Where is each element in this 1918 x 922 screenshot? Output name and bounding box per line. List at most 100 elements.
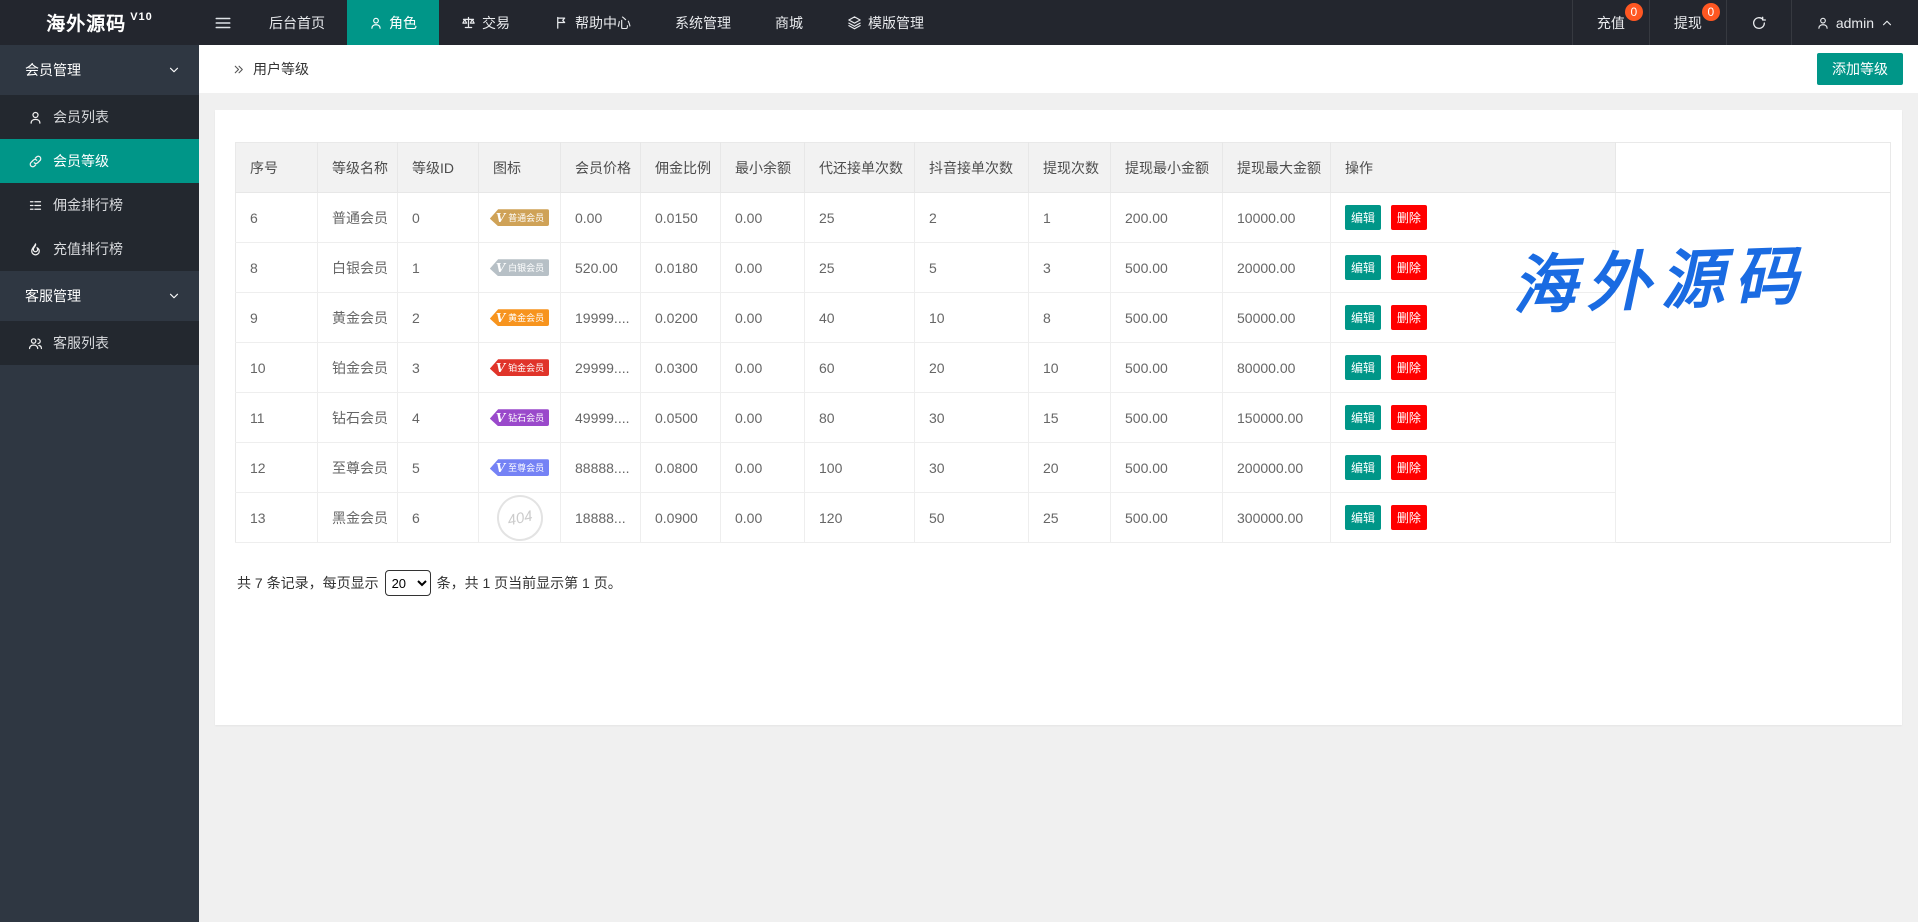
cell-douyin_orders: 5 (915, 243, 1029, 293)
admin-user-menu[interactable]: admin (1791, 0, 1918, 45)
table-row: 12至尊会员5V至尊会员88888....0.08000.00100302050… (236, 443, 1891, 493)
table-row: 13黑金会员640418888...0.09000.001205025500.0… (236, 493, 1891, 543)
edit-button[interactable]: 编辑 (1345, 405, 1381, 430)
delete-button[interactable]: 删除 (1391, 205, 1427, 230)
cell-min_balance: 0.00 (721, 443, 805, 493)
cell-douyin_orders: 30 (915, 443, 1029, 493)
column-header-14 (1616, 143, 1891, 193)
cell-commission: 0.0900 (641, 493, 721, 543)
recharge-menu-item[interactable]: 充值 0 (1572, 0, 1649, 45)
flag-icon (554, 15, 569, 30)
recharge-label: 充值 (1597, 13, 1625, 33)
cell-douyin_orders: 30 (915, 393, 1029, 443)
sidebar-item-客服列表[interactable]: 客服列表 (0, 321, 199, 365)
cell-actions: 编辑 删除 (1331, 393, 1616, 443)
sidebar-item-佣金排行榜[interactable]: 佣金排行榜 (0, 183, 199, 227)
nav-item-5[interactable]: 系统管理 (653, 0, 753, 45)
cell-min_balance: 0.00 (721, 293, 805, 343)
cell-douyin_orders: 2 (915, 193, 1029, 243)
cell-id: 6 (236, 193, 318, 243)
delete-button[interactable]: 删除 (1391, 255, 1427, 280)
cell-name: 铂金会员 (318, 343, 398, 393)
cell-withdraw_min: 200.00 (1111, 193, 1223, 243)
column-header-11: 提现最小金额 (1111, 143, 1223, 193)
cell-commission: 0.0300 (641, 343, 721, 393)
withdraw-label: 提现 (1674, 13, 1702, 33)
cell-min_balance: 0.00 (721, 393, 805, 443)
cell-withdraw_times: 15 (1029, 393, 1111, 443)
cell-withdraw_min: 500.00 (1111, 443, 1223, 493)
sidebar-item-label: 充值排行榜 (53, 239, 123, 259)
cell-withdraw_max: 300000.00 (1223, 493, 1331, 543)
cell-withdraw_max: 20000.00 (1223, 243, 1331, 293)
nav-item-4[interactable]: 帮助中心 (532, 0, 653, 45)
delete-button[interactable]: 删除 (1391, 455, 1427, 480)
refresh-button[interactable] (1726, 0, 1791, 45)
cell-level_id: 0 (398, 193, 479, 243)
edit-button[interactable]: 编辑 (1345, 505, 1381, 530)
cell-withdraw_max: 50000.00 (1223, 293, 1331, 343)
column-header-7: 最小余额 (721, 143, 805, 193)
page-size-select[interactable]: 20 (385, 570, 431, 596)
add-level-button[interactable]: 添加等级 (1817, 53, 1903, 85)
cell-actions: 编辑 删除 (1331, 193, 1616, 243)
nav-item-3[interactable]: 交易 (439, 0, 532, 45)
column-header-13: 操作 (1331, 143, 1616, 193)
nav-item-2[interactable]: 角色 (347, 0, 439, 45)
cell-price: 49999.... (561, 393, 641, 443)
main-menu: 后台首页角色交易帮助中心 系统管理 商城 模版管理 (247, 0, 946, 45)
nav-item-1[interactable]: 后台首页 (247, 0, 347, 45)
sidebar-item-会员等级[interactable]: 会员等级 (0, 139, 199, 183)
cell-commission: 0.0500 (641, 393, 721, 443)
cell-filler (1616, 193, 1891, 243)
cell-commission: 0.0180 (641, 243, 721, 293)
cell-price: 18888... (561, 493, 641, 543)
nav-item-6[interactable]: 商城 (753, 0, 825, 45)
nav-item-7[interactable]: 模版管理 (825, 0, 946, 45)
delete-button[interactable]: 删除 (1391, 305, 1427, 330)
cell-name: 黄金会员 (318, 293, 398, 343)
nav-item-label: 模版管理 (868, 13, 924, 33)
delete-button[interactable]: 删除 (1391, 355, 1427, 380)
cell-icon: V黄金会员 (479, 293, 561, 343)
cell-douyin_orders: 10 (915, 293, 1029, 343)
chevron-up-icon (1880, 16, 1894, 30)
cell-icon: V普通会员 (479, 193, 561, 243)
admin-username: admin (1836, 15, 1874, 31)
delete-button[interactable]: 删除 (1391, 405, 1427, 430)
withdraw-badge: 0 (1702, 3, 1720, 21)
table-row: 9黄金会员2V黄金会员19999....0.02000.0040108500.0… (236, 293, 1891, 343)
app-logo: 海外源码 V10 (0, 0, 199, 45)
cell-commission: 0.0200 (641, 293, 721, 343)
cell-id: 11 (236, 393, 318, 443)
hamburger-menu-icon[interactable] (199, 0, 247, 45)
breadcrumb: 用户等级 (232, 59, 309, 79)
cell-level_id: 1 (398, 243, 479, 293)
cell-repay_orders: 40 (805, 293, 915, 343)
edit-button[interactable]: 编辑 (1345, 205, 1381, 230)
edit-button[interactable]: 编辑 (1345, 455, 1381, 480)
delete-button[interactable]: 删除 (1391, 505, 1427, 530)
edit-button[interactable]: 编辑 (1345, 255, 1381, 280)
table-row: 8白银会员1V白银会员520.000.01800.002553500.00200… (236, 243, 1891, 293)
edit-button[interactable]: 编辑 (1345, 355, 1381, 380)
sidebar-item-充值排行榜[interactable]: 充值排行榜 (0, 227, 199, 271)
column-header-1: 序号 (236, 143, 318, 193)
sidebar-item-会员列表[interactable]: 会员列表 (0, 95, 199, 139)
cell-withdraw_times: 10 (1029, 343, 1111, 393)
cell-actions: 编辑 删除 (1331, 243, 1616, 293)
withdraw-menu-item[interactable]: 提现 0 (1649, 0, 1726, 45)
table-row: 11钻石会员4V钻石会员49999....0.05000.00803015500… (236, 393, 1891, 443)
nav-item-label: 系统管理 (675, 13, 731, 33)
level-badge-icon: V黄金会员 (490, 309, 549, 326)
cell-repay_orders: 120 (805, 493, 915, 543)
pagination-prefix: 共 7 条记录，每页显示 (237, 573, 379, 593)
user-icon (28, 110, 43, 125)
edit-button[interactable]: 编辑 (1345, 305, 1381, 330)
cell-id: 10 (236, 343, 318, 393)
cell-filler (1616, 493, 1891, 543)
cell-id: 13 (236, 493, 318, 543)
column-header-9: 抖音接单次数 (915, 143, 1029, 193)
sidebar-group-2[interactable]: 客服管理 (0, 271, 199, 321)
sidebar-group-1[interactable]: 会员管理 (0, 45, 199, 95)
